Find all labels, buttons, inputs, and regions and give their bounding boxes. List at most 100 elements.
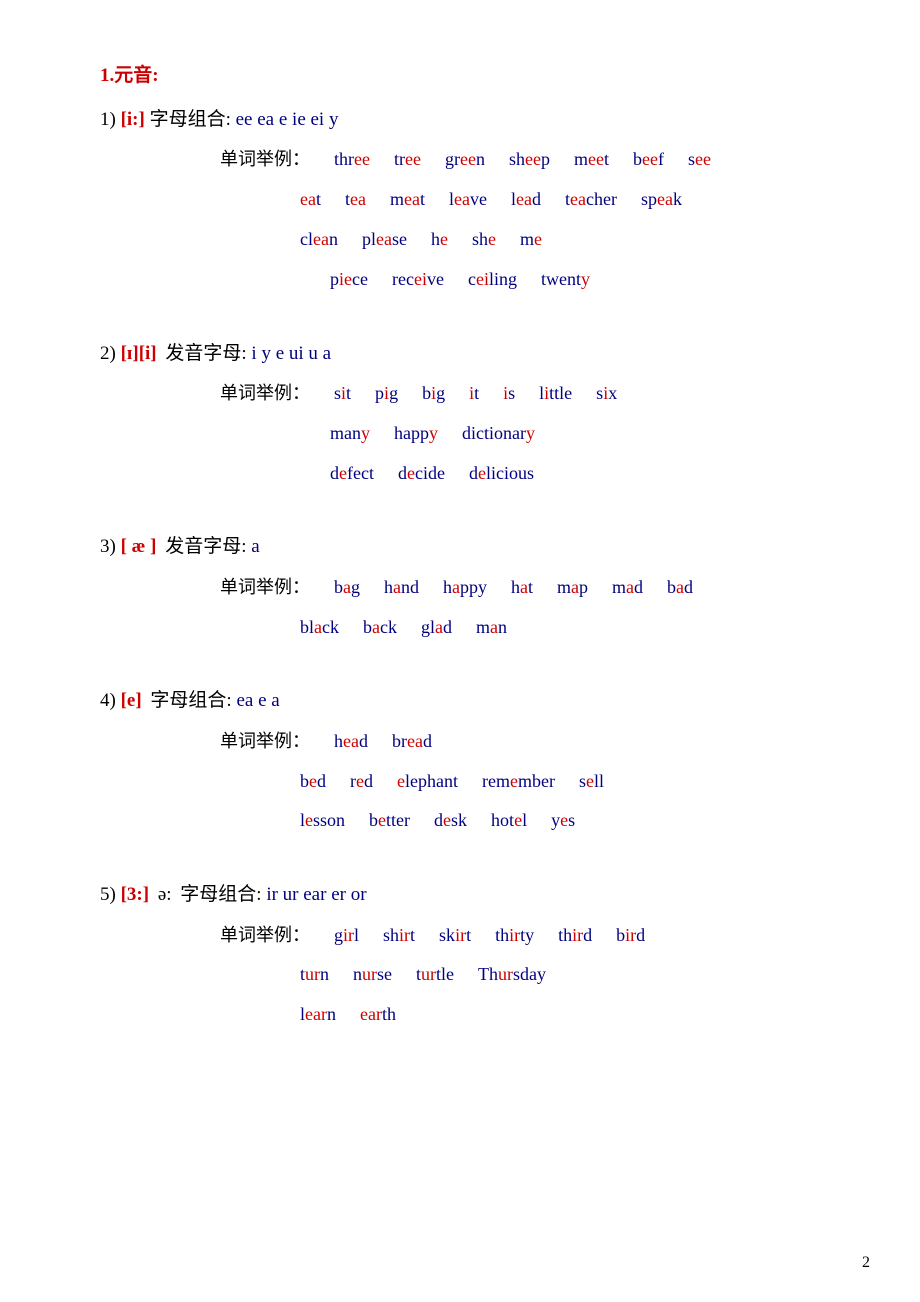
word: she <box>472 221 496 259</box>
example-row: lesson better desk hotel yes <box>220 802 840 840</box>
example-row: 单词举例： sit pig big it is little six <box>220 375 840 413</box>
page-number: 2 <box>862 1254 870 1272</box>
phoneme-header-e: 4) [e] 字母组合: ea e a <box>100 686 840 716</box>
word: Thursday <box>478 956 546 994</box>
phoneme-header-ishort: 2) [ɪ][i] 发音字母: i y e ui u a <box>100 339 840 369</box>
examples-label: 单词举例： <box>220 917 310 955</box>
word: bed <box>300 763 326 801</box>
phoneme-number: 5) <box>100 884 116 905</box>
phoneme-symbol: [ɪ][i] <box>121 343 157 364</box>
word: thirty <box>495 917 534 955</box>
example-row: turn nurse turtle Thursday <box>220 956 840 994</box>
word: beef <box>633 141 664 179</box>
word: ceiling <box>468 261 517 299</box>
example-row: piece receive ceiling twenty <box>220 261 840 299</box>
word: glad <box>421 609 452 647</box>
word: is <box>503 375 515 413</box>
word: third <box>558 917 592 955</box>
phoneme-combos: ir ur ear er or <box>266 884 366 905</box>
word: green <box>445 141 485 179</box>
examples-label: 单词举例： <box>220 141 310 179</box>
word: turtle <box>416 956 454 994</box>
word: bread <box>392 723 432 761</box>
phoneme-extra: ə: <box>158 884 172 905</box>
word: red <box>350 763 373 801</box>
example-row: bed red elephant remember sell <box>220 763 840 801</box>
word: better <box>369 802 410 840</box>
word: receive <box>392 261 444 299</box>
word: black <box>300 609 339 647</box>
phoneme-label: 发音字母: <box>165 343 246 364</box>
example-row: 单词举例： three tree green sheep meet beef s… <box>220 141 840 179</box>
word: three <box>334 141 370 179</box>
examples-ae: 单词举例： bag hand happy hat map mad bad bla… <box>100 569 840 647</box>
phoneme-symbol: [3:] <box>121 884 149 905</box>
phoneme-header-3long: 5) [3:] ə: 字母组合: ir ur ear er or <box>100 880 840 910</box>
word: back <box>363 609 397 647</box>
example-row: 单词举例： bag hand happy hat map mad bad <box>220 569 840 607</box>
word: me <box>520 221 542 259</box>
word: pig <box>375 375 398 413</box>
word: big <box>422 375 445 413</box>
example-row: 单词举例： head bread <box>220 723 840 761</box>
word: defect <box>330 455 374 493</box>
word: sheep <box>509 141 550 179</box>
word: it <box>469 375 479 413</box>
word: learn <box>300 996 336 1034</box>
word: turn <box>300 956 329 994</box>
phoneme-header-ilong: 1) [i:] 字母组合: ee ea e ie ei y <box>100 105 840 135</box>
word: twenty <box>541 261 590 299</box>
word: map <box>557 569 588 607</box>
phoneme-symbol: [ æ ] <box>121 536 157 557</box>
phoneme-label: 字母组合: <box>150 109 231 130</box>
example-row: black back glad man <box>220 609 840 647</box>
word: sell <box>579 763 604 801</box>
word: leave <box>449 181 487 219</box>
word: clean <box>300 221 338 259</box>
word: tea <box>345 181 366 219</box>
example-row: clean please he she me <box>220 221 840 259</box>
phoneme-combos: ea e a <box>236 690 279 711</box>
word: bag <box>334 569 360 607</box>
word: eat <box>300 181 321 219</box>
phoneme-symbol: [i:] <box>121 109 145 130</box>
word: happy <box>443 569 487 607</box>
word: bird <box>616 917 645 955</box>
word: hotel <box>491 802 527 840</box>
phoneme-label: 字母组合: <box>180 884 261 905</box>
word: dictionary <box>462 415 535 453</box>
word: meet <box>574 141 609 179</box>
phoneme-number: 2) <box>100 343 116 364</box>
example-row: many happy dictionary <box>220 415 840 453</box>
phoneme-header-ae: 3) [ æ ] 发音字母: a <box>100 532 840 562</box>
example-row: learn earth <box>220 996 840 1034</box>
word: skirt <box>439 917 471 955</box>
word: happy <box>394 415 438 453</box>
examples-ishort: 单词举例： sit pig big it is little six many … <box>100 375 840 492</box>
phoneme-combos: i y e ui u a <box>251 343 331 364</box>
word: many <box>330 415 370 453</box>
phoneme-number: 4) <box>100 690 116 711</box>
example-row: defect decide delicious <box>220 455 840 493</box>
word: bad <box>667 569 693 607</box>
phoneme-ae: 3) [ æ ] 发音字母: a 单词举例： bag hand happy ha… <box>100 532 840 646</box>
phoneme-label: 发音字母: <box>165 536 246 557</box>
examples-label: 单词举例： <box>220 723 310 761</box>
word: elephant <box>397 763 458 801</box>
word: lead <box>511 181 541 219</box>
word: he <box>431 221 448 259</box>
examples-e: 单词举例： head bread bed red elephant rememb… <box>100 723 840 840</box>
word: remember <box>482 763 555 801</box>
phoneme-combos: a <box>251 536 259 557</box>
word: hand <box>384 569 419 607</box>
phoneme-e: 4) [e] 字母组合: ea e a 单词举例： head bread bed… <box>100 686 840 840</box>
word: see <box>688 141 711 179</box>
word: delicious <box>469 455 534 493</box>
examples-label: 单词举例： <box>220 569 310 607</box>
word: lesson <box>300 802 345 840</box>
example-row: 单词举例： girl shirt skirt thirty third bird <box>220 917 840 955</box>
phoneme-combos: ee ea e ie ei y <box>236 109 339 130</box>
examples-3long: 单词举例： girl shirt skirt thirty third bird… <box>100 917 840 1034</box>
word: hat <box>511 569 533 607</box>
word: decide <box>398 455 445 493</box>
